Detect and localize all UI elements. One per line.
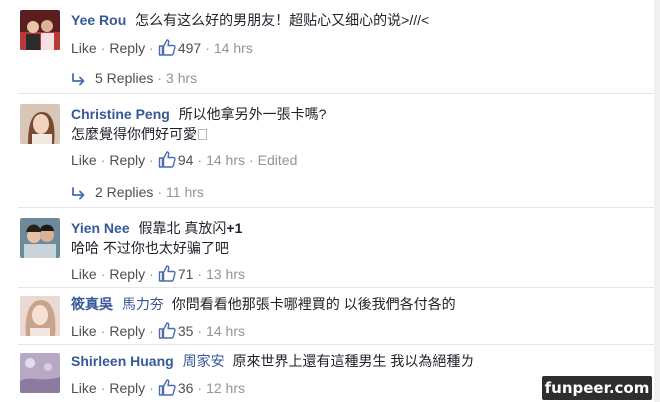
reply-arrow-icon: [72, 73, 85, 86]
view-replies-link[interactable]: 2 Replies · 11 hrs: [71, 182, 204, 202]
comment-item: Christine Peng 所以他拿另外一張卡嗎? 怎麼覺得你們好可愛 Lik…: [0, 94, 660, 206]
thumbs-up-icon: [158, 151, 176, 168]
comment-text: 假靠北 真放闪+1: [138, 220, 243, 236]
thumbs-up-icon: [158, 379, 176, 396]
thumbs-up-icon: [158, 39, 176, 56]
comment-text: 怎么有这么好的男朋友！超贴心又细心的说>///<: [135, 12, 430, 28]
comment-item: 筱真吳 馬力夯 你問看看他那張卡哪裡買的 以後我們各付各的 Like · Reply…: [0, 288, 660, 344]
comment-timestamp[interactable]: 14 hrs: [214, 40, 253, 56]
comment-item: Yien Nee 假靠北 真放闪+1 哈哈 不过你也太好骗了吧 Like · Rep…: [0, 208, 660, 286]
comment-actions: Like · Reply · 35 · 14 hrs: [71, 322, 245, 339]
comment-text: 所以他拿另外一張卡嗎?: [178, 106, 327, 122]
reply-button[interactable]: Reply: [109, 380, 145, 396]
comment-timestamp[interactable]: 14 hrs: [206, 152, 245, 168]
reply-button[interactable]: Reply: [109, 323, 145, 339]
reply-arrow-icon: [72, 187, 85, 200]
reply-button[interactable]: Reply: [109, 152, 145, 168]
plus-one-text: +1: [226, 220, 243, 236]
reply-button[interactable]: Reply: [109, 266, 145, 282]
comment-author[interactable]: Yien Nee: [71, 220, 130, 236]
like-button[interactable]: Like: [71, 380, 97, 396]
avatar[interactable]: [20, 104, 60, 144]
like-button[interactable]: Like: [71, 40, 97, 56]
comment-item: Yee Rou 怎么有这么好的男朋友！超贴心又细心的说>///< Like · Re…: [0, 0, 660, 90]
watermark-logo: funpeer.com: [542, 376, 652, 400]
comment-text-line2: 怎麼覺得你們好可愛: [71, 126, 197, 142]
comment-actions: Like · Reply · 497 · 14 hrs: [71, 39, 253, 56]
comment-author[interactable]: Shirleen Huang: [71, 353, 174, 369]
replies-count[interactable]: 5 Replies: [95, 70, 153, 86]
like-button[interactable]: Like: [71, 266, 97, 282]
comment-author[interactable]: Christine Peng: [71, 106, 170, 122]
comment-author[interactable]: Yee Rou: [71, 12, 126, 28]
like-button[interactable]: Like: [71, 323, 97, 339]
view-replies-link[interactable]: 5 Replies · 3 hrs: [71, 68, 197, 88]
comment-text-line2: 哈哈 不过你也太好骗了吧: [71, 240, 229, 256]
comment-timestamp[interactable]: 13 hrs: [206, 266, 245, 282]
like-count[interactable]: 35: [158, 322, 193, 339]
like-count[interactable]: 497: [158, 39, 201, 56]
avatar[interactable]: [20, 218, 60, 258]
comment-actions: Like · Reply · 71 · 13 hrs: [71, 265, 245, 282]
mention-tag[interactable]: 周家安: [183, 353, 225, 369]
like-count[interactable]: 36: [158, 379, 193, 396]
comment-text: 原來世界上還有這種男生 我以為絕種ㄌ: [232, 353, 475, 369]
replies-time: 11 hrs: [166, 184, 204, 200]
thumbs-up-icon: [158, 322, 176, 339]
comment-text: 你問看看他那張卡哪裡買的 以後我們各付各的: [171, 296, 456, 312]
comment-actions: Like · Reply · 94 · 14 hrs · Edited: [71, 151, 298, 168]
comment-author[interactable]: 筱真吳: [71, 296, 113, 312]
thumbs-up-icon: [158, 265, 176, 282]
like-count[interactable]: 94: [158, 151, 193, 168]
mention-tag[interactable]: 馬力夯: [122, 296, 164, 312]
reply-button[interactable]: Reply: [109, 40, 145, 56]
replies-time: 3 hrs: [166, 70, 198, 86]
avatar[interactable]: [20, 353, 60, 393]
comment-timestamp[interactable]: 14 hrs: [206, 323, 245, 339]
replies-count[interactable]: 2 Replies: [95, 184, 153, 200]
missing-glyph-box: [198, 129, 207, 140]
like-button[interactable]: Like: [71, 152, 97, 168]
avatar[interactable]: [20, 10, 60, 50]
scrollbar[interactable]: [654, 0, 660, 402]
edited-label[interactable]: Edited: [258, 152, 298, 168]
like-count[interactable]: 71: [158, 265, 193, 282]
comment-timestamp[interactable]: 12 hrs: [206, 380, 245, 396]
avatar[interactable]: [20, 296, 60, 336]
